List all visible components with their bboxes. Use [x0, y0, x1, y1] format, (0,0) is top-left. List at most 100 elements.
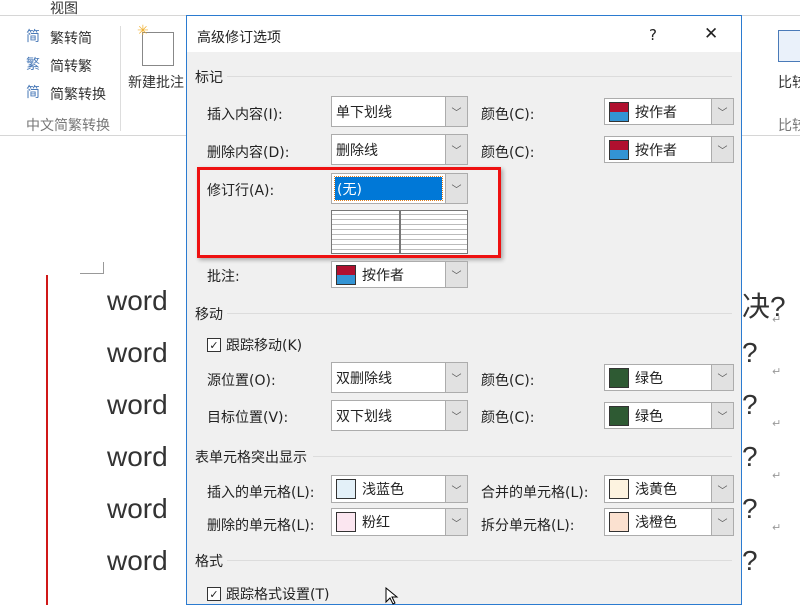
convert-button[interactable]: 简繁转换: [50, 84, 106, 104]
section-markup: 标记: [195, 70, 223, 86]
mouse-cursor-icon: [385, 587, 399, 605]
section-formatting: 格式: [195, 554, 223, 570]
light-orange-swatch: [609, 512, 629, 532]
close-button[interactable]: ✕: [704, 24, 718, 44]
trad-to-simp-button[interactable]: 繁转简: [50, 28, 92, 48]
split-cells-label: 拆分单元格(L):: [481, 518, 575, 534]
doc-line: word: [107, 545, 168, 576]
new-comment-icon: ✳: [137, 23, 174, 66]
inserted-cells-combo[interactable]: 浅蓝色 ﹀: [331, 475, 468, 503]
group-label-chinese: 中文简繁转换: [26, 118, 110, 134]
section-divider: [227, 76, 732, 77]
trad-simp-icon: 简: [26, 29, 40, 45]
highlight-box: [197, 167, 501, 258]
group-divider: [120, 26, 121, 131]
paragraph-mark: ↵: [772, 417, 782, 430]
convert-icon: 简: [26, 85, 40, 101]
chevron-down-icon: ﹀: [445, 509, 467, 535]
move-to-value: 双下划线: [336, 408, 392, 425]
paragraph-mark: ↵: [772, 313, 782, 326]
deleted-cells-value: 粉红: [362, 515, 390, 531]
comments-label: 批注:: [207, 269, 240, 285]
doc-line-end: ?: [742, 337, 758, 368]
checkbox-checked-icon: ✓: [207, 587, 221, 601]
doc-line: word: [107, 493, 168, 524]
move-from-color-combo[interactable]: 绿色 ﹀: [604, 364, 734, 391]
doc-line: word: [107, 285, 168, 316]
dialog-titlebar: 高级修订选项 ? ✕: [187, 16, 741, 52]
margin-mark: [80, 262, 104, 274]
insert-color-value: 按作者: [635, 104, 677, 121]
compare-button[interactable]: 比较: [778, 72, 800, 92]
track-moves-checkbox[interactable]: ✓ 跟踪移动(K): [207, 335, 302, 355]
advanced-track-changes-dialog: 高级修订选项 ? ✕ 标记 插入内容(I): 单下划线 ﹀ 颜色(C): 按作者 ﹀…: [186, 15, 742, 605]
insert-color-label: 颜色(C):: [481, 107, 535, 123]
chevron-down-icon: ﹀: [445, 97, 467, 126]
comments-combo[interactable]: 按作者 ﹀: [331, 261, 468, 288]
paragraph-mark: ↵: [772, 521, 782, 534]
track-moves-label: 跟踪移动(K): [226, 338, 303, 354]
chevron-down-icon: ﹀: [445, 262, 467, 287]
group-label-compare: 比较: [778, 118, 800, 134]
author-color-swatch: [609, 101, 629, 122]
paragraph-mark: ↵: [772, 365, 782, 378]
paragraph-mark: ↵: [772, 469, 782, 482]
insert-combo[interactable]: 单下划线 ﹀: [331, 96, 468, 127]
merged-cells-combo[interactable]: 浅黄色 ﹀: [604, 475, 734, 503]
move-from-value: 双删除线: [336, 370, 392, 387]
insert-color-combo[interactable]: 按作者 ﹀: [604, 98, 734, 125]
doc-line-end: ?: [742, 493, 758, 524]
delete-color-combo[interactable]: 按作者 ﹀: [604, 136, 734, 163]
chevron-down-icon: ﹀: [445, 476, 467, 502]
chevron-down-icon: ﹀: [445, 363, 467, 392]
pink-swatch: [336, 512, 356, 532]
move-from-label: 源位置(O):: [207, 373, 276, 389]
delete-label: 删除内容(D):: [207, 145, 290, 161]
track-formatting-checkbox[interactable]: ✓ 跟踪格式设置(T): [207, 584, 329, 604]
delete-value: 删除线: [336, 142, 378, 159]
move-to-label: 目标位置(V):: [207, 410, 289, 426]
inserted-cells-value: 浅蓝色: [362, 482, 404, 498]
author-color-swatch: [336, 264, 356, 285]
doc-line-end: ?: [742, 441, 758, 472]
change-bar: [46, 275, 48, 605]
move-from-combo[interactable]: 双删除线 ﹀: [331, 362, 468, 393]
deleted-cells-combo[interactable]: 粉红 ﹀: [331, 508, 468, 536]
author-color-swatch: [609, 139, 629, 160]
section-divider: [227, 313, 732, 314]
move-to-combo[interactable]: 双下划线 ﹀: [331, 400, 468, 431]
section-divider: [313, 456, 732, 457]
chevron-down-icon: ﹀: [711, 99, 733, 124]
delete-color-label: 颜色(C):: [481, 145, 535, 161]
green-swatch: [609, 405, 629, 426]
checkbox-checked-icon: ✓: [207, 338, 221, 352]
green-swatch: [609, 367, 629, 388]
chevron-down-icon: ﹀: [711, 403, 733, 428]
doc-line: word: [107, 337, 168, 368]
light-yellow-swatch: [609, 479, 629, 499]
section-table: 表单元格突出显示: [195, 450, 307, 466]
doc-line: word: [107, 441, 168, 472]
move-to-color-label: 颜色(C):: [481, 410, 535, 426]
simp-trad-icon: 繁: [26, 57, 40, 73]
inserted-cells-label: 插入的单元格(L):: [207, 485, 315, 501]
doc-line-end: ?: [742, 389, 758, 420]
chevron-down-icon: ﹀: [445, 135, 467, 164]
merged-cells-label: 合并的单元格(L):: [481, 485, 589, 501]
help-button[interactable]: ?: [649, 26, 657, 44]
chevron-down-icon: ﹀: [711, 476, 733, 502]
delete-combo[interactable]: 删除线 ﹀: [331, 134, 468, 165]
move-to-color-combo[interactable]: 绿色 ﹀: [604, 402, 734, 429]
move-to-color-value: 绿色: [635, 408, 663, 425]
merged-cells-value: 浅黄色: [635, 482, 677, 498]
doc-line-end: ?: [742, 545, 758, 576]
ribbon-tab-row: 视图: [0, 0, 800, 17]
delete-color-value: 按作者: [635, 142, 677, 159]
split-cells-combo[interactable]: 浅橙色 ﹀: [604, 508, 734, 536]
simp-to-trad-button[interactable]: 简转繁: [50, 56, 92, 76]
track-formatting-label: 跟踪格式设置(T): [226, 587, 330, 603]
insert-label: 插入内容(I):: [207, 107, 283, 123]
chevron-down-icon: ﹀: [711, 365, 733, 390]
deleted-cells-label: 删除的单元格(L):: [207, 518, 315, 534]
new-comment-button[interactable]: 新建批注: [128, 72, 184, 92]
